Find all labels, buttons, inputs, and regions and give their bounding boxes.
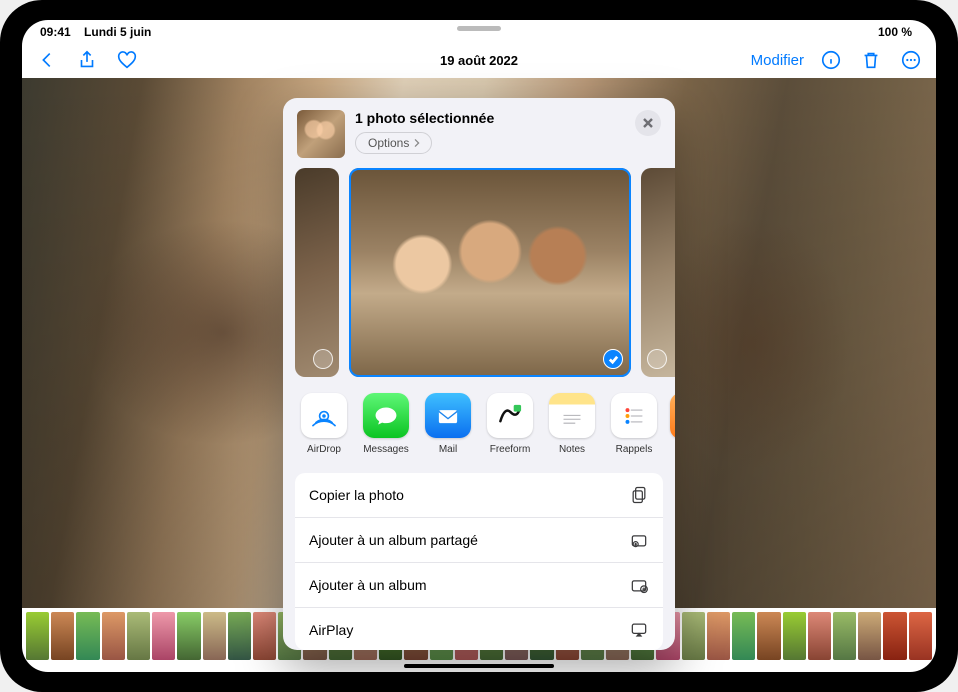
share-selected-thumbnail [297,110,345,158]
share-button[interactable] [74,47,100,73]
filmstrip-thumb[interactable] [757,612,780,660]
action-add-album[interactable]: Ajouter à un album [295,562,663,607]
reminders-icon [611,393,657,438]
filmstrip-thumb[interactable] [228,612,251,660]
share-app-freeform[interactable]: Freeform [481,393,539,455]
share-app-notes[interactable]: Notes [543,393,601,455]
filmstrip-thumb[interactable] [177,612,200,660]
screen: 09:41 Lundi 5 juin 100 % [22,20,936,672]
share-app-label: Mail [439,444,457,455]
share-app-label: Rappels [616,444,653,455]
status-bar: 09:41 Lundi 5 juin 100 % [22,20,936,42]
filmstrip-thumb[interactable] [127,612,150,660]
copy-icon [629,485,649,505]
filmstrip-thumb[interactable] [909,612,932,660]
trash-button[interactable] [858,47,884,73]
messages-icon [363,393,409,438]
album-add-icon [629,575,649,595]
filmstrip-thumb[interactable] [858,612,881,660]
multitask-pill[interactable] [457,26,501,31]
app-icon-partial [670,393,675,439]
share-app-label: AirDrop [307,444,341,455]
share-app-label: Messages [363,444,409,455]
filmstrip-thumb[interactable] [102,612,125,660]
share-options-button[interactable]: Options [355,132,432,154]
filmstrip-thumb[interactable] [808,612,831,660]
shared-album-icon [629,530,649,550]
photos-toolbar: 19 août 2022 Modifier [22,42,936,78]
edit-button[interactable]: Modifier [751,52,804,69]
back-button[interactable] [34,47,60,73]
share-sheet-title: 1 photo sélectionnée [355,110,625,126]
filmstrip-thumb[interactable] [253,612,276,660]
share-app-airdrop[interactable]: AirDrop [295,393,353,455]
share-app-messages[interactable]: Messages [357,393,415,455]
share-apps-row[interactable]: AirDrop Messages Mail [283,377,675,465]
mail-icon [425,393,471,438]
filmstrip-thumb[interactable] [732,612,755,660]
action-add-shared-album[interactable]: Ajouter à un album partagé [295,517,663,562]
filmstrip-thumb[interactable] [883,612,906,660]
filmstrip-thumb[interactable] [76,612,99,660]
ipad-frame: 09:41 Lundi 5 juin 100 % [0,0,958,692]
notes-icon [549,393,595,438]
status-left: 09:41 Lundi 5 juin [40,25,151,39]
filmstrip-thumb[interactable] [833,612,856,660]
share-options-label: Options [368,136,409,150]
close-icon [642,117,654,129]
selected-check-icon [603,349,623,369]
select-circle-icon[interactable] [313,349,333,369]
filmstrip-thumb[interactable] [707,612,730,660]
filmstrip-thumb[interactable] [203,612,226,660]
status-date: Lundi 5 juin [84,25,151,39]
filmstrip-thumb[interactable] [783,612,806,660]
share-preview-row [283,168,675,377]
share-sheet: 1 photo sélectionnée Options [283,98,675,650]
battery-text: 100 % [878,25,912,39]
filmstrip-thumb[interactable] [51,612,74,660]
info-button[interactable] [818,47,844,73]
preview-next[interactable] [641,168,675,377]
status-right: 100 % [872,25,918,39]
filmstrip-thumb[interactable] [152,612,175,660]
more-button[interactable] [898,47,924,73]
preview-selected[interactable] [349,168,631,377]
action-label: Ajouter à un album [309,577,427,593]
status-time: 09:41 [40,25,71,39]
share-app-label: Freeform [490,444,531,455]
share-sheet-header: 1 photo sélectionnée Options [283,98,675,168]
home-indicator[interactable] [404,664,554,668]
action-label: Copier la photo [309,487,404,503]
share-app-more[interactable] [667,393,675,455]
share-app-label: Notes [559,444,585,455]
action-copy-photo[interactable]: Copier la photo [295,473,663,517]
share-app-reminders[interactable]: Rappels [605,393,663,455]
select-circle-icon[interactable] [647,349,667,369]
action-label: AirPlay [309,622,353,638]
favorite-button[interactable] [114,47,140,73]
close-button[interactable] [635,110,661,136]
filmstrip-thumb[interactable] [26,612,49,660]
preview-prev[interactable] [295,168,339,377]
freeform-icon [487,393,533,438]
share-app-mail[interactable]: Mail [419,393,477,455]
page-title: 19 août 2022 [440,53,518,68]
chevron-right-icon [413,139,421,147]
airplay-icon [629,620,649,640]
share-action-list: Copier la photo Ajouter à un album parta… [295,473,663,650]
action-label: Ajouter à un album partagé [309,532,478,548]
airdrop-icon [301,393,347,438]
action-airplay[interactable]: AirPlay [295,607,663,650]
filmstrip-thumb[interactable] [682,612,705,660]
